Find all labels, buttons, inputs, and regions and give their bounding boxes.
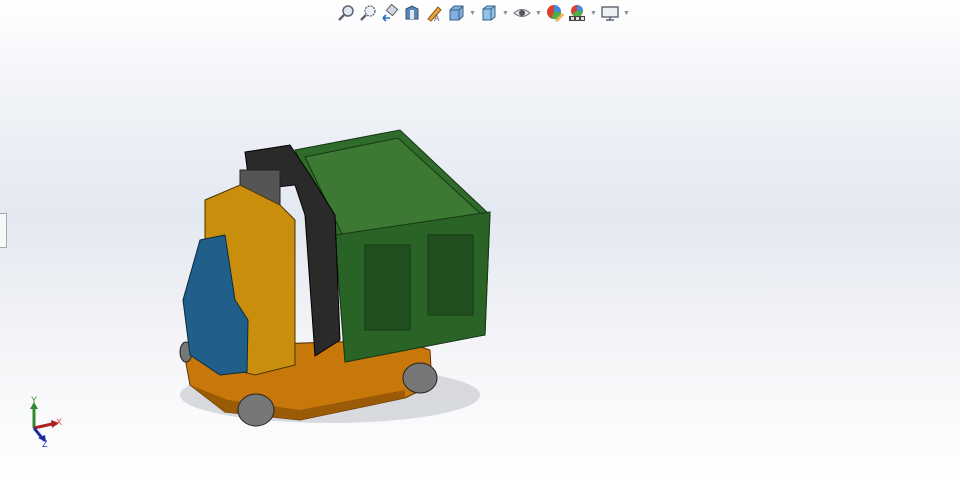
cart-assembly-model[interactable] — [179, 129, 491, 427]
y-axis-label: Y — [31, 395, 38, 405]
wheel-front-right — [402, 362, 438, 394]
model-viewport[interactable] — [0, 0, 960, 481]
x-axis-label: X — [56, 417, 63, 427]
wheel-front-left — [237, 393, 275, 427]
z-axis-label: Z — [42, 439, 48, 449]
coordinate-triad: Y X Z — [22, 395, 72, 450]
